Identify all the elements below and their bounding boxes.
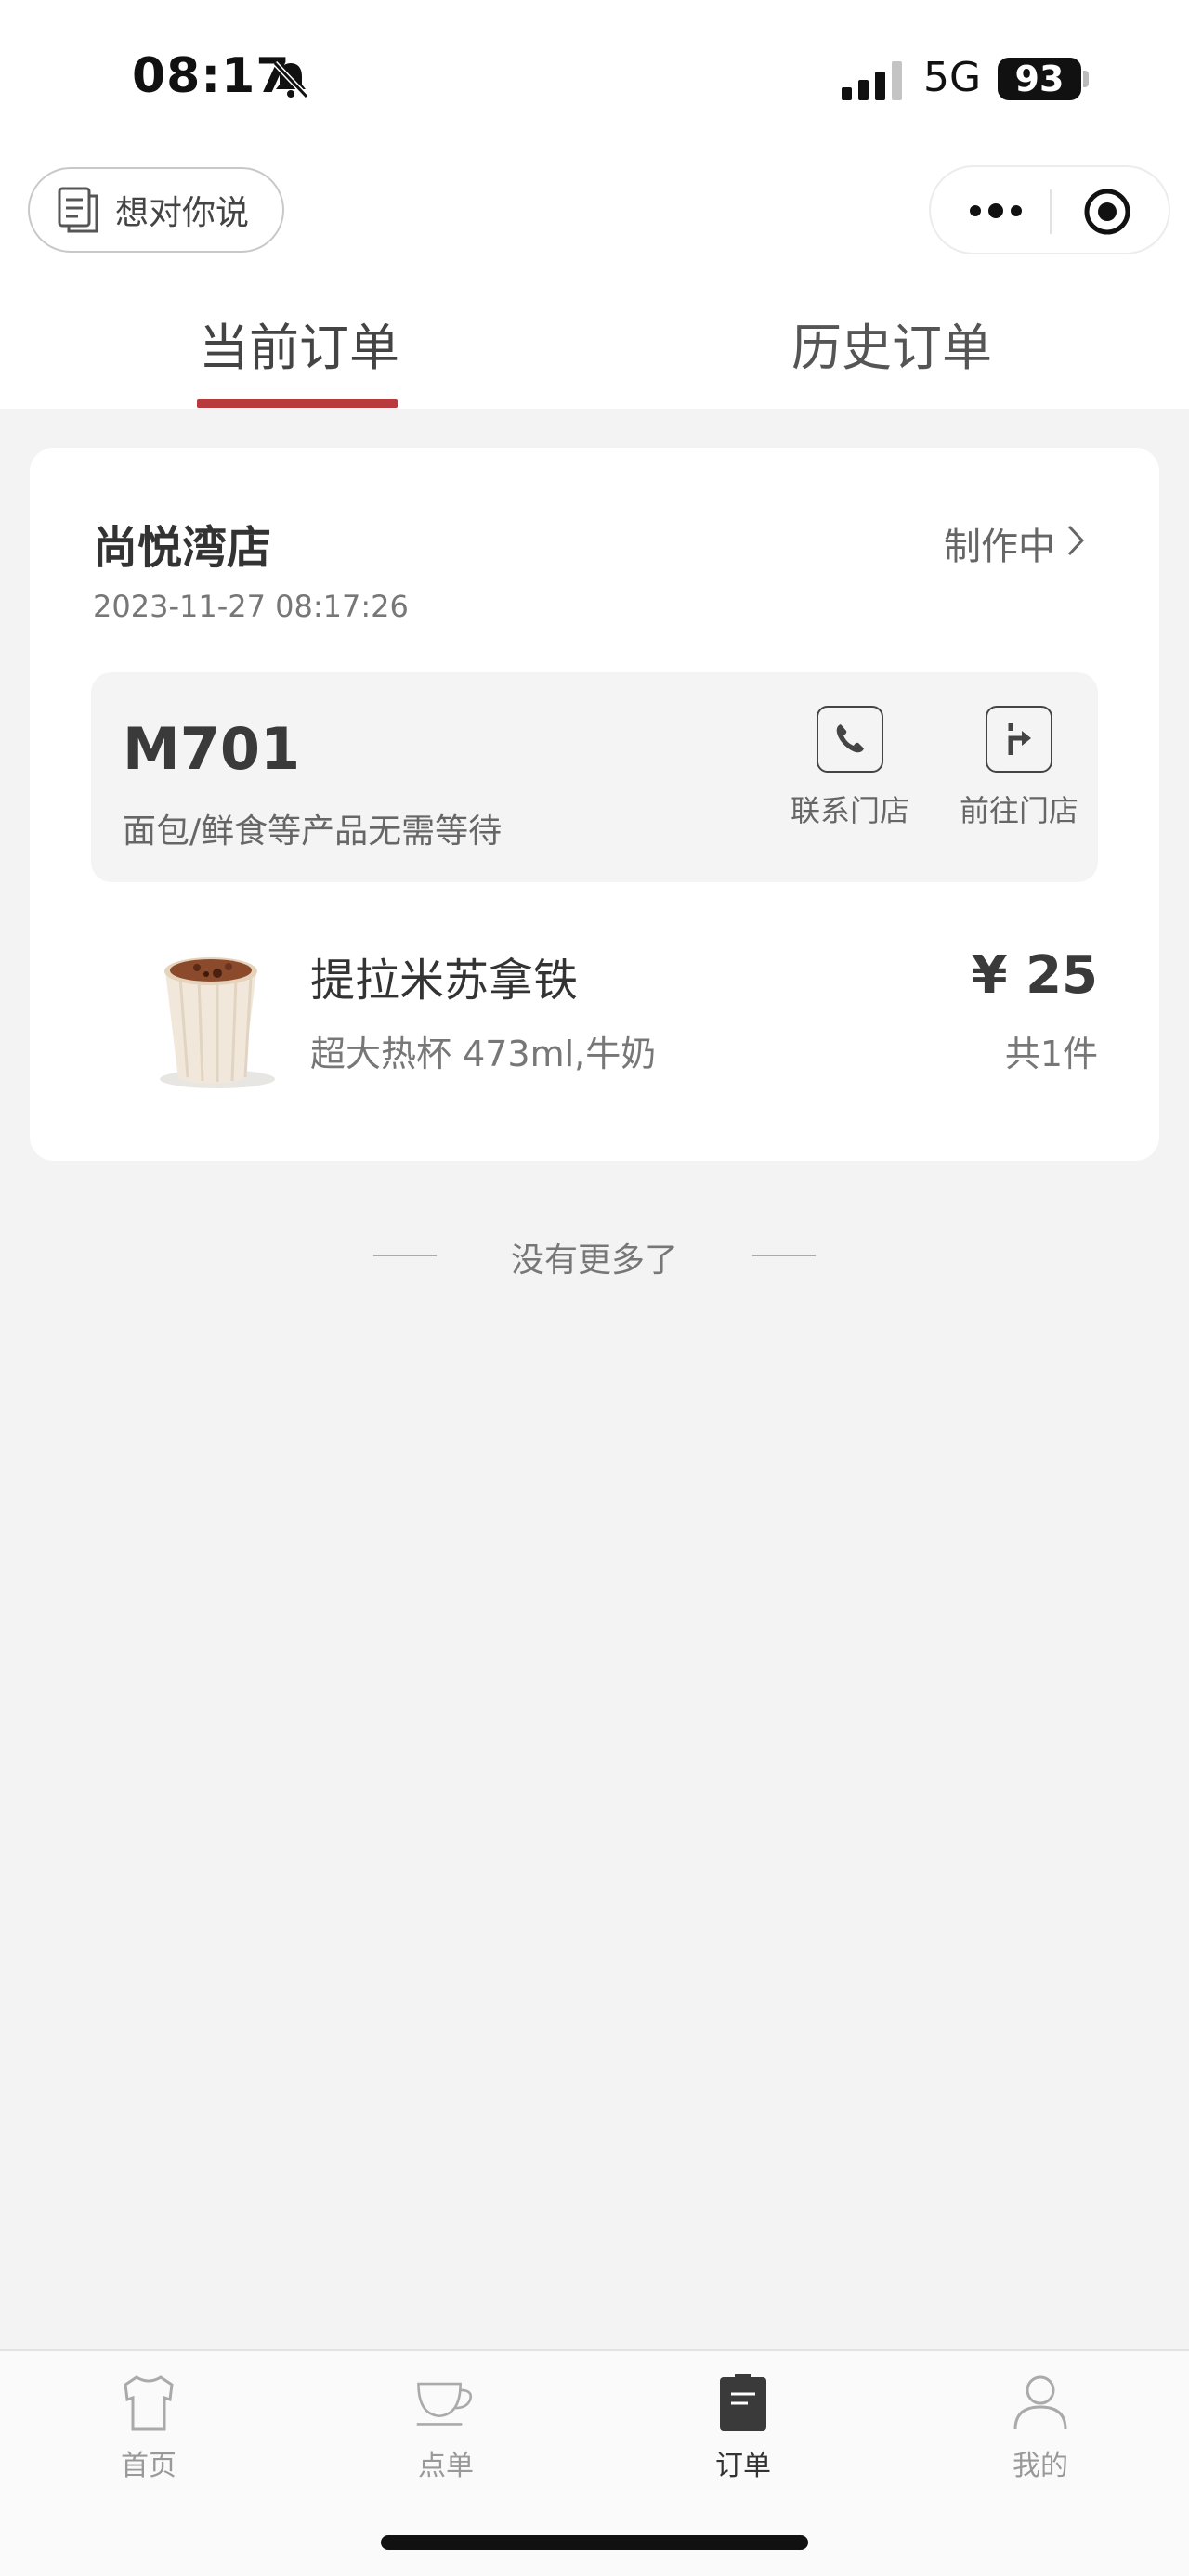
phone-icon-box	[817, 706, 883, 773]
document-icon	[58, 187, 98, 233]
store-name: 尚悦湾店	[93, 522, 272, 574]
nav-label-home: 首页	[121, 2450, 176, 2482]
nav-label-menu: 点单	[418, 2450, 474, 2482]
pickup-code: M701	[123, 715, 301, 783]
nav-label-orders: 订单	[715, 2450, 771, 2482]
mini-program-capsule	[929, 165, 1170, 254]
order-status[interactable]: 制作中	[944, 516, 1087, 570]
product-name: 提拉米苏拿铁	[310, 955, 579, 1007]
nav-item-menu[interactable]: 点单	[353, 2364, 539, 2494]
more-icon[interactable]	[968, 199, 1024, 223]
nav-label-me: 我的	[1013, 2450, 1068, 2482]
end-line-right	[752, 1255, 816, 1256]
pickup-note: 面包/鲜食等产品无需等待	[123, 813, 503, 851]
nav-item-home[interactable]: 首页	[56, 2364, 242, 2494]
product-spec: 超大热杯 473ml,牛奶	[310, 1034, 657, 1074]
tab-current-orders[interactable]: 当前订单	[199, 306, 399, 380]
directions-icon	[1008, 723, 1031, 755]
order-card[interactable]: 尚悦湾店 2023-11-27 08:17:26 制作中 M701 面包/鲜食等…	[30, 448, 1159, 1161]
feedback-button[interactable]: 想对你说	[28, 167, 284, 253]
latte-cup-image	[160, 957, 275, 1088]
home-indicator	[381, 2535, 808, 2550]
contact-store-button[interactable]: 联系门店	[780, 706, 920, 845]
active-tab-underline	[197, 399, 398, 408]
tab-history-orders[interactable]: 历史订单	[791, 306, 992, 380]
go-to-store-label: 前往门店	[959, 793, 1078, 828]
pickup-box: M701 面包/鲜食等产品无需等待 联系门店 前往门店	[91, 672, 1098, 882]
order-time: 2023-11-27 08:17:26	[93, 589, 409, 624]
coffee-cup-icon	[416, 2382, 473, 2426]
nav-item-orders[interactable]: 订单	[650, 2364, 836, 2494]
network-label: 5G	[923, 54, 982, 101]
list-end-text: 没有更多了	[510, 1242, 678, 1280]
product-price: ¥ 25	[971, 945, 1098, 1006]
list-end-indicator: 没有更多了	[0, 1228, 1189, 1283]
clipboard-icon	[720, 2374, 766, 2431]
status-time: 08:17	[132, 48, 291, 104]
capsule-divider	[1050, 189, 1052, 234]
user-icon	[1013, 2375, 1067, 2430]
order-status-label: 制作中	[944, 526, 1055, 568]
target-icon[interactable]	[1083, 188, 1131, 236]
contact-store-label: 联系门店	[790, 793, 909, 828]
signal-icon	[842, 61, 902, 100]
battery-indicator: 93	[998, 58, 1081, 100]
battery-tip	[1083, 71, 1089, 87]
bell-muted-icon	[272, 60, 309, 99]
go-to-store-button[interactable]: 前往门店	[949, 706, 1089, 845]
feedback-label: 想对你说	[115, 194, 250, 232]
directions-icon-box	[986, 706, 1052, 773]
chevron-right-icon	[1067, 525, 1085, 556]
phone-icon	[836, 724, 864, 753]
tshirt-icon	[124, 2375, 174, 2431]
product-quantity: 共1件	[1004, 1034, 1098, 1074]
nav-item-me[interactable]: 我的	[947, 2364, 1133, 2494]
